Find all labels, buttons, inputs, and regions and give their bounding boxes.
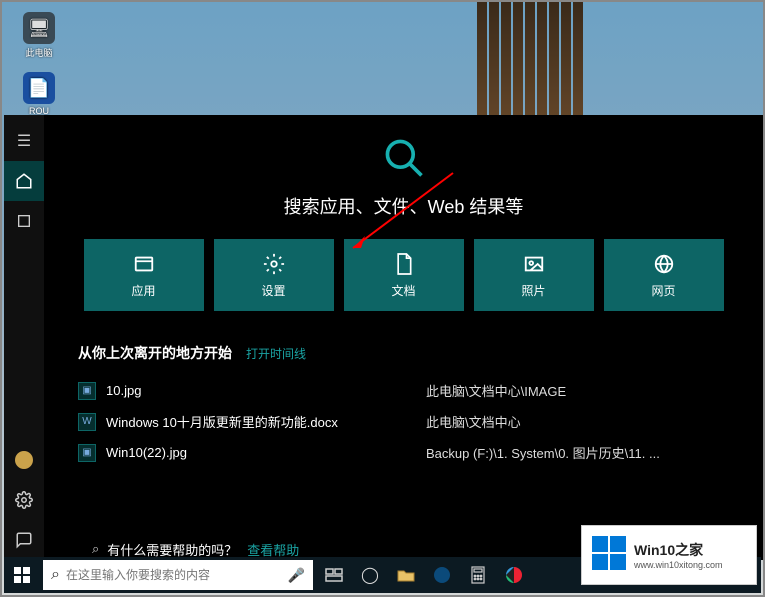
taskbar-search-box[interactable]: ⌕ 🎤 bbox=[43, 560, 313, 590]
sidebar-account-button[interactable] bbox=[4, 440, 44, 480]
desktop-icon-label: 此电脑 bbox=[19, 46, 59, 59]
recent-item-name: 10.jpg bbox=[106, 383, 426, 398]
image-file-icon: ▣ bbox=[78, 382, 96, 400]
continue-title: 从你上次离开的地方开始 bbox=[78, 343, 232, 363]
search-main: 搜索应用、文件、Web 结果等 应用 设置 文档 照片 bbox=[44, 115, 763, 560]
task-view-button[interactable] bbox=[316, 557, 352, 593]
desktop-icon-computer[interactable]: 🖥 此电脑 bbox=[19, 12, 59, 59]
category-label: 设置 bbox=[261, 282, 285, 299]
document-icon bbox=[394, 252, 414, 276]
category-label: 应用 bbox=[131, 282, 155, 299]
search-small-icon: ⌕ bbox=[92, 541, 99, 557]
taskbar-edge-button[interactable] bbox=[424, 557, 460, 593]
category-apps[interactable]: 应用 bbox=[84, 239, 204, 311]
recent-item-path: 此电脑\文档中心 bbox=[426, 412, 521, 431]
search-panel: ☰ 搜索应用、文件、Web 结果等 bbox=[4, 115, 763, 560]
recent-item[interactable]: W Windows 10十月版更新里的新功能.docx 此电脑\文档中心 bbox=[78, 406, 729, 437]
watermark-badge: Win10之家 www.win10xitong.com bbox=[581, 525, 757, 585]
category-label: 网页 bbox=[651, 282, 675, 299]
recent-item-path: Backup (F:)\1. System\0. 图片历史\11. ... bbox=[426, 443, 660, 462]
partial-question: 有什么需要帮助的吗？ bbox=[107, 540, 237, 559]
search-icon: ⌕ bbox=[51, 566, 60, 584]
sidebar-feedback-button[interactable] bbox=[4, 520, 44, 560]
category-settings[interactable]: 设置 bbox=[214, 239, 334, 311]
sidebar-recent-button[interactable] bbox=[4, 201, 44, 241]
app-icon bbox=[133, 252, 155, 276]
recent-item[interactable]: ▣ Win10(22).jpg Backup (F:)\1. System\0.… bbox=[78, 437, 729, 468]
search-sidebar: ☰ bbox=[4, 115, 44, 560]
sidebar-home-button[interactable] bbox=[4, 161, 44, 201]
sidebar-menu-button[interactable]: ☰ bbox=[4, 121, 44, 161]
windows-logo-icon bbox=[592, 536, 626, 575]
watermark-title: Win10之家 bbox=[634, 540, 723, 560]
word-file-icon: W bbox=[78, 413, 96, 431]
recent-list: ▣ 10.jpg 此电脑\文档中心\IMAGE W Windows 10十月版更… bbox=[78, 375, 729, 468]
watermark-url: www.win10xitong.com bbox=[634, 560, 723, 570]
taskbar-color-app-button[interactable] bbox=[496, 557, 532, 593]
category-documents[interactable]: 文档 bbox=[344, 239, 464, 311]
image-file-icon: ▣ bbox=[78, 444, 96, 462]
taskbar-calculator-button[interactable] bbox=[460, 557, 496, 593]
open-timeline-link[interactable]: 打开时间线 bbox=[246, 345, 306, 362]
recent-item[interactable]: ▣ 10.jpg 此电脑\文档中心\IMAGE bbox=[78, 375, 729, 406]
file-icon: 📄 bbox=[23, 72, 55, 104]
partial-link[interactable]: 查看帮助 bbox=[247, 540, 299, 559]
category-label: 文档 bbox=[391, 282, 415, 299]
sidebar-settings-button[interactable] bbox=[4, 480, 44, 520]
recent-item-path: 此电脑\文档中心\IMAGE bbox=[426, 381, 566, 400]
gear-icon bbox=[263, 252, 285, 276]
search-hero-icon bbox=[74, 135, 733, 181]
photo-icon bbox=[523, 252, 545, 276]
taskbar-cortana-button[interactable]: ◯ bbox=[352, 557, 388, 593]
mic-icon[interactable]: 🎤 bbox=[284, 567, 305, 584]
category-web[interactable]: 网页 bbox=[604, 239, 724, 311]
recent-item-name: Windows 10十月版更新里的新功能.docx bbox=[106, 412, 426, 431]
category-photos[interactable]: 照片 bbox=[474, 239, 594, 311]
taskbar-explorer-button[interactable] bbox=[388, 557, 424, 593]
recent-item-name: Win10(22).jpg bbox=[106, 445, 426, 460]
desktop-icon-file[interactable]: 📄 ROU bbox=[19, 72, 59, 116]
continue-heading: 从你上次离开的地方开始 打开时间线 bbox=[78, 343, 733, 363]
search-headline: 搜索应用、文件、Web 结果等 bbox=[74, 193, 733, 219]
globe-icon bbox=[653, 252, 675, 276]
start-button[interactable] bbox=[4, 557, 40, 593]
taskbar-search-input[interactable] bbox=[66, 568, 284, 582]
user-avatar-icon bbox=[15, 451, 33, 469]
category-row: 应用 设置 文档 照片 网页 bbox=[74, 239, 733, 311]
computer-icon: 🖥 bbox=[23, 12, 55, 44]
category-label: 照片 bbox=[521, 282, 545, 299]
